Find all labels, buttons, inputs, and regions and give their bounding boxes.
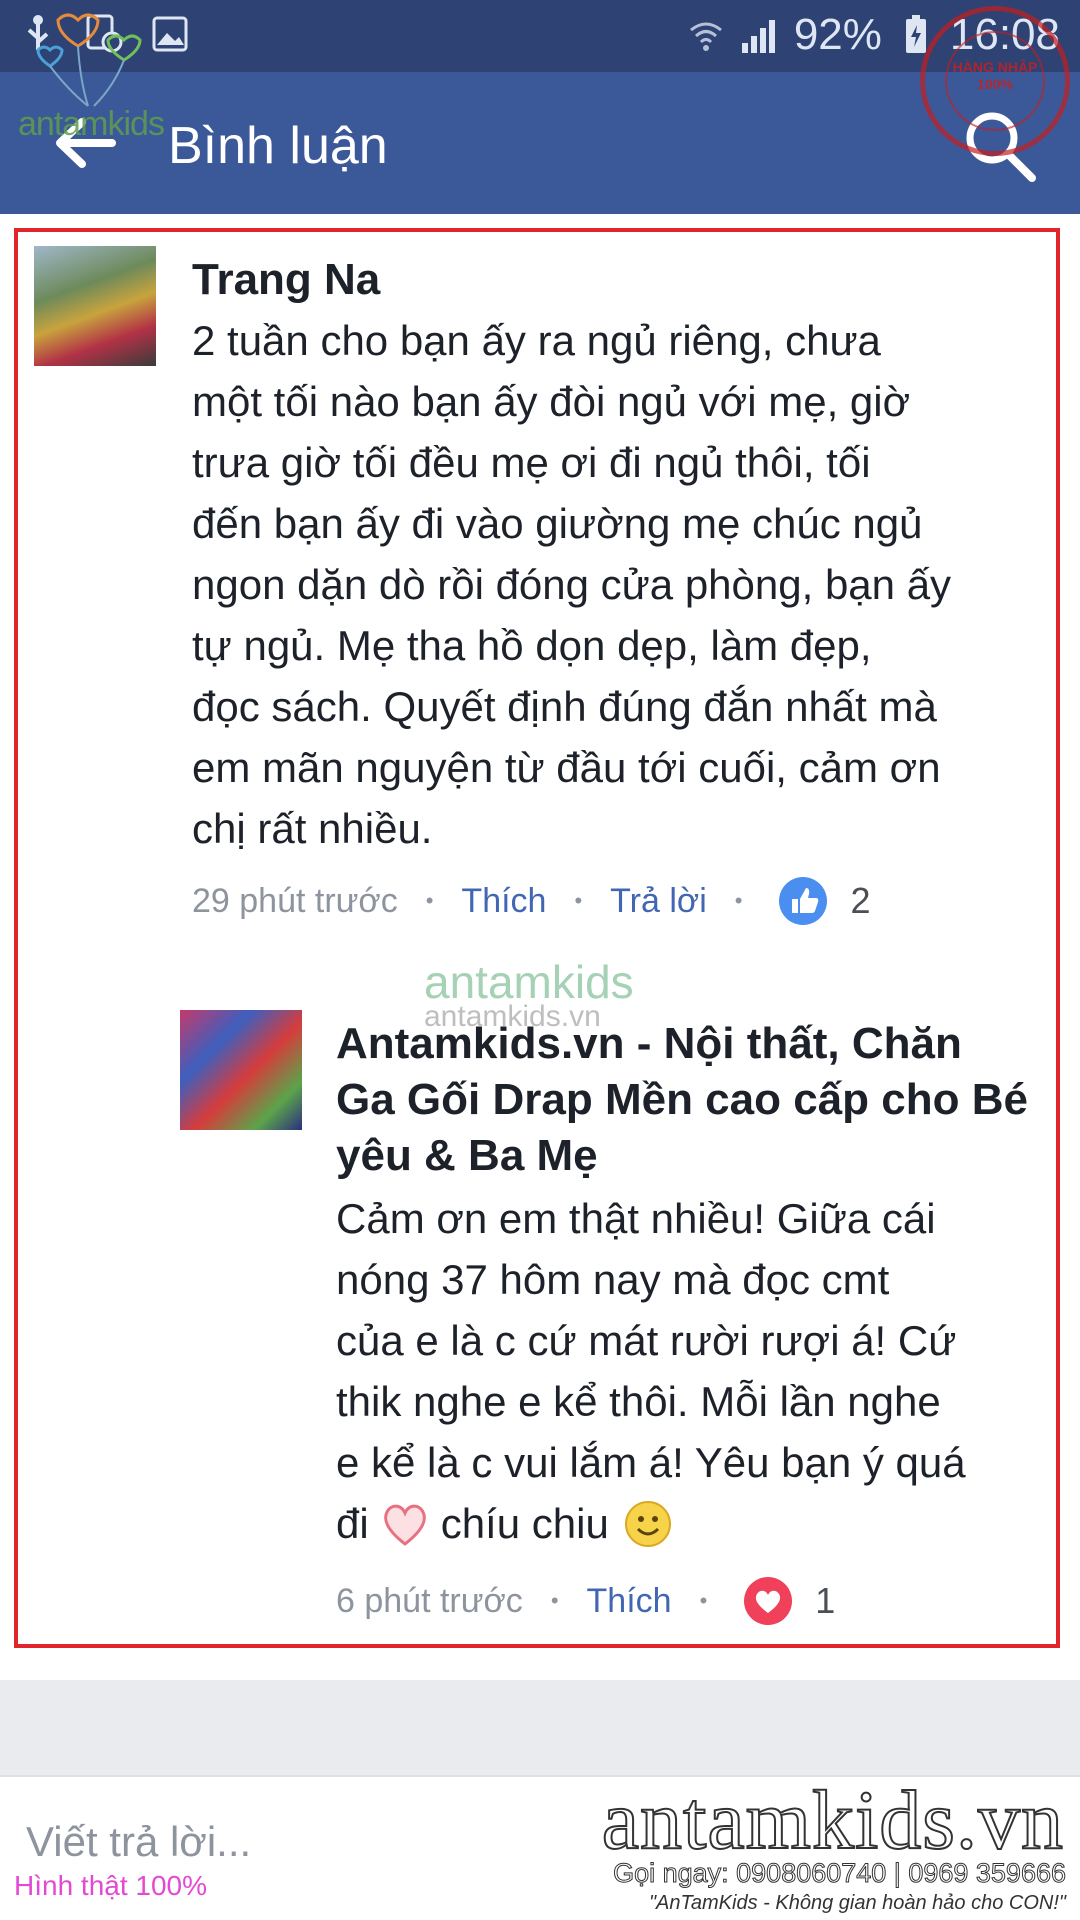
page-title: Bình luận (168, 117, 388, 175)
slogan-watermark: "AnTamKids - Không gian hoàn hảo cho CON… (648, 1892, 1066, 1914)
like-link[interactable]: Thích (587, 1582, 672, 1621)
smile-emoji-icon (624, 1500, 671, 1547)
comment-line: thik nghe e kể thôi. Mỗi lần nghe (336, 1378, 941, 1425)
comment-line: một tối nào bạn ấy đòi ngủ với mẹ, giờ (192, 378, 911, 425)
phone-watermark: Gọi ngay: 0908060740 | 0969 359666 (613, 1858, 1067, 1889)
real-photo-caption: Hình thật 100% (14, 1870, 208, 1901)
site-watermark: antamkids.vn (601, 1773, 1064, 1868)
stamp-text: HÀNG NHẬP 100% (945, 31, 1045, 131)
comment-line: chíu chiu (440, 1500, 609, 1547)
comment-line: e kể là c vui lắm á! Yêu bạn ý quá (336, 1439, 966, 1486)
separator-dot: • (550, 1588, 559, 1613)
comment-line: của e là c cứ mát rười rượi á! Cứ (336, 1317, 957, 1364)
separator-dot: • (574, 888, 583, 913)
comment-meta: 6 phút trước • Thích • 1 (336, 1576, 835, 1626)
comment-line: ngon dặn dò rồi đóng cửa phòng, bạn ấy (192, 561, 952, 608)
reaction-summary[interactable]: 2 (778, 876, 871, 926)
separator-dot: • (425, 888, 434, 913)
signal-icon (740, 15, 780, 55)
author-line: yêu & Ba Mẹ (336, 1131, 598, 1180)
love-reaction-icon (744, 1577, 793, 1625)
comment-line: Cảm ơn em thật nhiều! Giữa cái (336, 1195, 936, 1242)
comment-line: chị rất nhiều. (192, 805, 433, 852)
separator-band (0, 1680, 1080, 1775)
reply-input[interactable]: Viết trả lời... (26, 1818, 251, 1866)
comment-time: 6 phút trước (336, 1581, 523, 1620)
comment-text: Cảm ơn em thật nhiều! Giữa cái nóng 37 h… (336, 1188, 966, 1554)
author-line: Antamkids.vn - Nội thất, Chăn (336, 1019, 962, 1068)
reaction-count: 1 (815, 1580, 836, 1621)
separator-dot: • (734, 888, 743, 913)
reaction-summary[interactable]: 1 (743, 1576, 835, 1626)
comment-time: 29 phút trước (192, 881, 398, 920)
comment-line: em mãn nguyện từ đầu tới cuối, cảm ơn (192, 744, 941, 791)
reply-link[interactable]: Trả lời (610, 882, 707, 921)
antamkids-logo-watermark: antamkids (18, 10, 188, 143)
comment-line: đến bạn ấy đi vào giường mẹ chúc ngủ (192, 500, 923, 547)
avatar[interactable] (180, 1010, 302, 1130)
authenticity-stamp: HÀNG NHẬP 100% (920, 6, 1070, 156)
avatar[interactable] (34, 246, 156, 366)
comment-author[interactable]: Antamkids.vn - Nội thất, Chăn Ga Gối Dra… (336, 1016, 1028, 1184)
comment-author[interactable]: Trang Na (192, 252, 380, 308)
comment-line: đọc sách. Quyết định đúng đắn nhất mà (192, 683, 937, 730)
heart-emoji-icon (383, 1504, 426, 1546)
comment-meta: 29 phút trước • Thích • Trả lời • 2 (192, 876, 871, 926)
comment-last-line: đi chíu chiu (336, 1493, 966, 1554)
comment-line: đi (336, 1500, 369, 1547)
author-line: Ga Gối Drap Mền cao cấp cho Bé (336, 1075, 1028, 1124)
comment-line: trưa giờ tối đều mẹ ơi đi ngủ thôi, tối (192, 439, 871, 486)
balloons-icon (36, 13, 142, 107)
comment-line: tự ngủ. Mẹ tha hồ dọn dẹp, làm đẹp, (192, 622, 872, 669)
separator-dot: • (699, 1588, 708, 1613)
battery-percent: 92% (793, 10, 882, 59)
comment-text: 2 tuần cho bạn ấy ra ngủ riêng, chưa một… (192, 310, 951, 859)
reaction-count: 2 (850, 880, 871, 921)
logo-text: antamkids (18, 105, 165, 143)
wifi-icon (686, 15, 726, 55)
thumbs-up-icon (779, 877, 828, 925)
comment-line: nóng 37 hôm nay mà đọc cmt (336, 1256, 890, 1303)
comment-line: 2 tuần cho bạn ấy ra ngủ riêng, chưa (192, 317, 881, 364)
like-link[interactable]: Thích (461, 882, 546, 921)
